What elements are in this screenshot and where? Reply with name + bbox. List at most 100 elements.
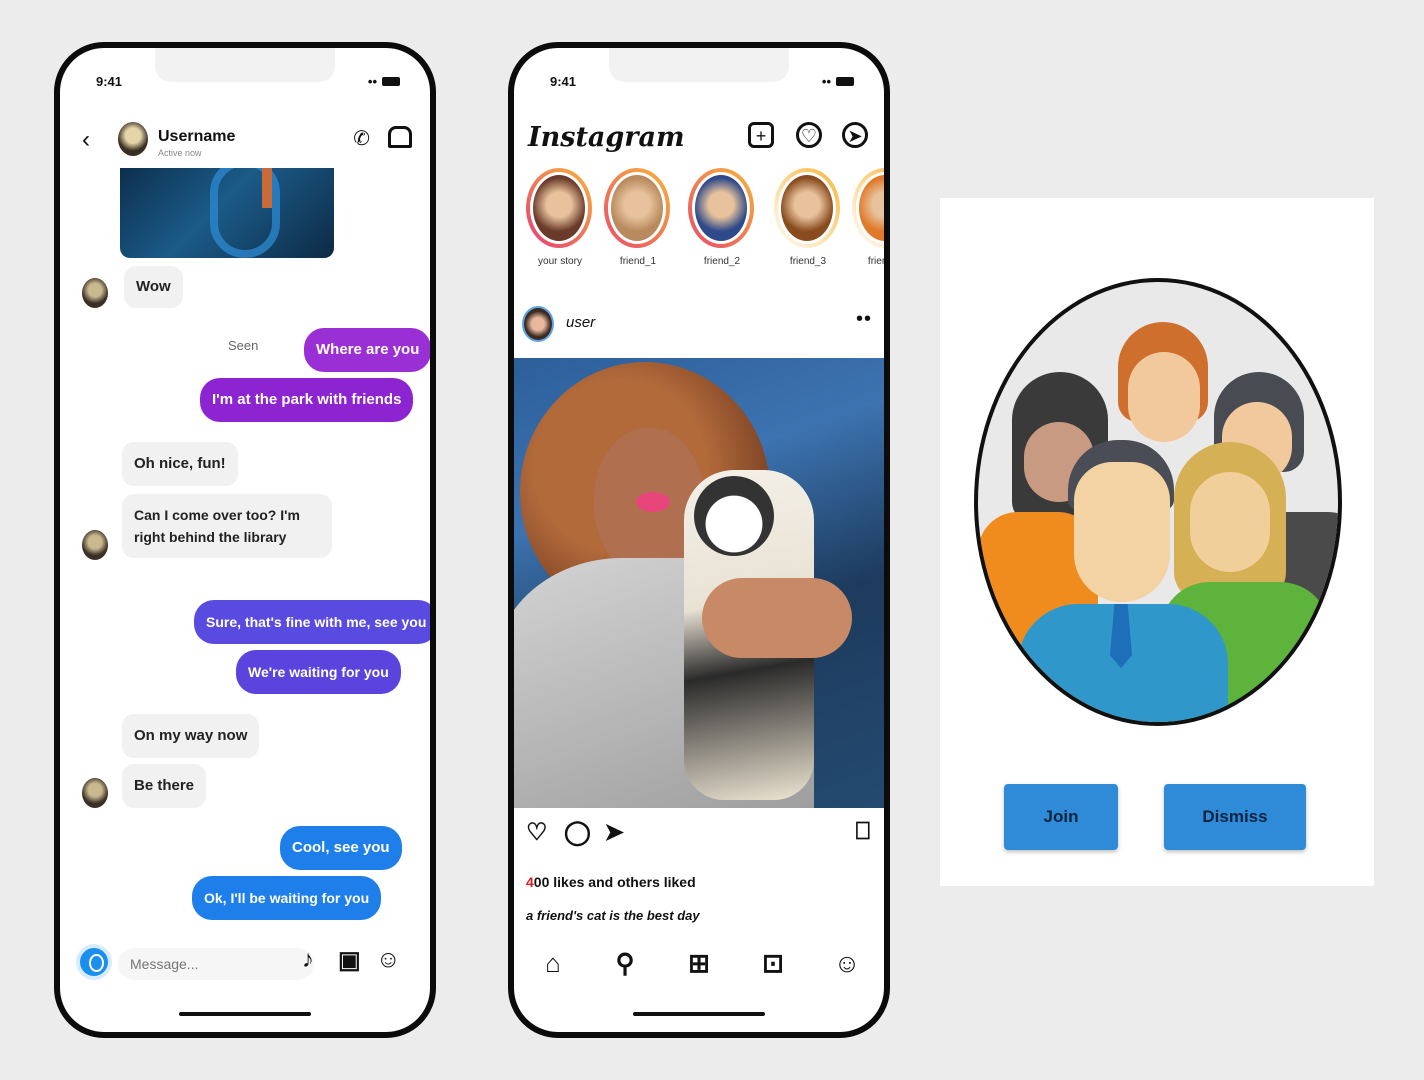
seen-status: Seen [228, 338, 259, 353]
chat-header: ‹ Username Active now ✆ [60, 114, 430, 162]
heart-icon[interactable]: ♡ [796, 122, 822, 148]
contact-status: Active now [158, 148, 202, 158]
story-label: friend_4 [867, 256, 888, 267]
story-label: friend_1 [619, 256, 657, 267]
story-avatar [856, 172, 884, 244]
sender-avatar [82, 278, 108, 308]
photo-cat-face [694, 476, 774, 556]
story-item[interactable]: friend_2 [688, 168, 756, 267]
incoming-message: Oh nice, fun! [122, 442, 238, 486]
story-item[interactable]: friend_3 [774, 168, 842, 267]
outgoing-message: We're waiting for you [236, 650, 401, 694]
more-options-icon[interactable]: •• [856, 308, 872, 331]
likes-text: 00 likes and others liked [533, 874, 696, 890]
search-icon[interactable]: ⚲ [610, 948, 640, 979]
contact-avatar[interactable] [118, 122, 148, 156]
incoming-message: On my way now [122, 714, 260, 758]
story-item[interactable]: friend_4 [852, 168, 888, 267]
home-icon[interactable]: ⌂ [538, 948, 568, 979]
story-ring [774, 168, 840, 248]
bookmark-icon[interactable]: ⎕ [856, 818, 870, 846]
status-bar: 9:41 •• [514, 74, 884, 94]
story-ring [688, 168, 754, 248]
status-time: 9:41 [96, 74, 123, 89]
messages-phone: 9:41 •• ‹ Username Active now ✆ Wow Seen… [54, 42, 436, 1038]
story-label: friend_3 [789, 256, 827, 267]
outgoing-message: I'm at the park with friends [200, 378, 414, 422]
image-accent [262, 168, 272, 208]
status-icons: •• [822, 74, 854, 89]
outgoing-message: Ok, I'll be waiting for you [192, 876, 382, 920]
likes-prefix: 4 [526, 874, 534, 890]
story-ring [526, 168, 592, 248]
status-time: 9:41 [550, 74, 577, 89]
story-avatar [778, 172, 836, 244]
message-composer: ♪ ▣ ☺ [76, 942, 416, 986]
home-indicator [633, 1012, 765, 1016]
signal-icon: •• [367, 74, 377, 89]
post-photo[interactable] [514, 358, 884, 808]
video-call-icon[interactable] [388, 126, 412, 148]
message-input[interactable] [118, 948, 314, 980]
sender-avatar [82, 530, 108, 560]
sticker-icon[interactable]: ☺ [376, 946, 401, 974]
photo-lips [636, 492, 670, 512]
story-label: friend_2 [703, 256, 741, 267]
battery-icon [836, 77, 854, 86]
outgoing-message: Sure, that's fine with me, see you [194, 600, 430, 644]
figure-face [1074, 462, 1170, 602]
messenger-icon[interactable]: ➤ [842, 122, 868, 148]
phone-call-icon[interactable]: ✆ [353, 126, 370, 151]
story-avatar [692, 172, 750, 244]
story-item[interactable]: friend_1 [604, 168, 672, 267]
profile-icon[interactable]: ☺ [832, 948, 862, 979]
signal-icon: •• [821, 74, 831, 89]
status-icons: •• [368, 74, 400, 89]
microphone-icon[interactable]: ♪ [302, 946, 314, 974]
incoming-message: Can I come over too? I'm right behind th… [122, 494, 332, 558]
story-ring [852, 168, 884, 248]
outgoing-message: Where are you [304, 328, 430, 372]
post-header: user •• [522, 302, 872, 342]
status-bar: 9:41 •• [60, 74, 430, 94]
figure-face [1128, 352, 1200, 442]
outgoing-message: Cool, see you [280, 826, 402, 870]
sender-avatar [82, 778, 108, 808]
photo-hand [702, 578, 852, 658]
battery-icon [382, 77, 400, 86]
likes-count[interactable]: 400 likes and others liked [526, 874, 696, 890]
story-avatar [608, 172, 666, 244]
app-header: Instagram + ♡ ➤ [514, 114, 884, 164]
join-button[interactable]: Join [1004, 784, 1118, 850]
story-ring [604, 168, 670, 248]
home-indicator [179, 1012, 311, 1016]
reels-icon[interactable]: ⊞ [684, 948, 714, 979]
post-author-avatar[interactable] [522, 306, 554, 342]
group-invite-card: Join Dismiss [940, 198, 1374, 886]
story-avatar [530, 172, 588, 244]
story-item[interactable]: your story [526, 168, 594, 267]
stories-row: your storyfriend_1friend_2friend_3friend… [526, 168, 884, 288]
app-logo[interactable]: Instagram [528, 122, 685, 153]
contact-name[interactable]: Username [158, 128, 235, 146]
share-icon[interactable]: ➤ [604, 818, 624, 847]
story-label: your story [538, 256, 582, 267]
post-username[interactable]: user [566, 314, 595, 331]
post-actions: ♡ ◯ ➤ ⎕ [526, 818, 870, 852]
group-illustration [974, 278, 1342, 726]
camera-icon[interactable] [76, 944, 112, 980]
feed-phone: 9:41 •• Instagram + ♡ ➤ your story friend… [508, 42, 890, 1038]
bottom-tab-bar: ⌂ ⚲ ⊞ ⊡ ☺ [514, 948, 884, 988]
shop-icon[interactable]: ⊡ [758, 948, 788, 979]
dismiss-button[interactable]: Dismiss [1164, 784, 1306, 850]
gallery-icon[interactable]: ▣ [338, 946, 361, 975]
back-arrow-icon[interactable]: ‹ [82, 126, 90, 154]
shared-image-message[interactable] [120, 168, 334, 258]
comment-icon[interactable]: ◯ [564, 818, 591, 847]
add-post-icon[interactable]: + [748, 122, 774, 148]
figure-face [1190, 472, 1270, 572]
like-icon[interactable]: ♡ [526, 818, 548, 847]
incoming-message: Be there [122, 764, 207, 808]
incoming-message: Wow [124, 266, 183, 308]
post-caption: a friend's cat is the best day [526, 908, 700, 923]
